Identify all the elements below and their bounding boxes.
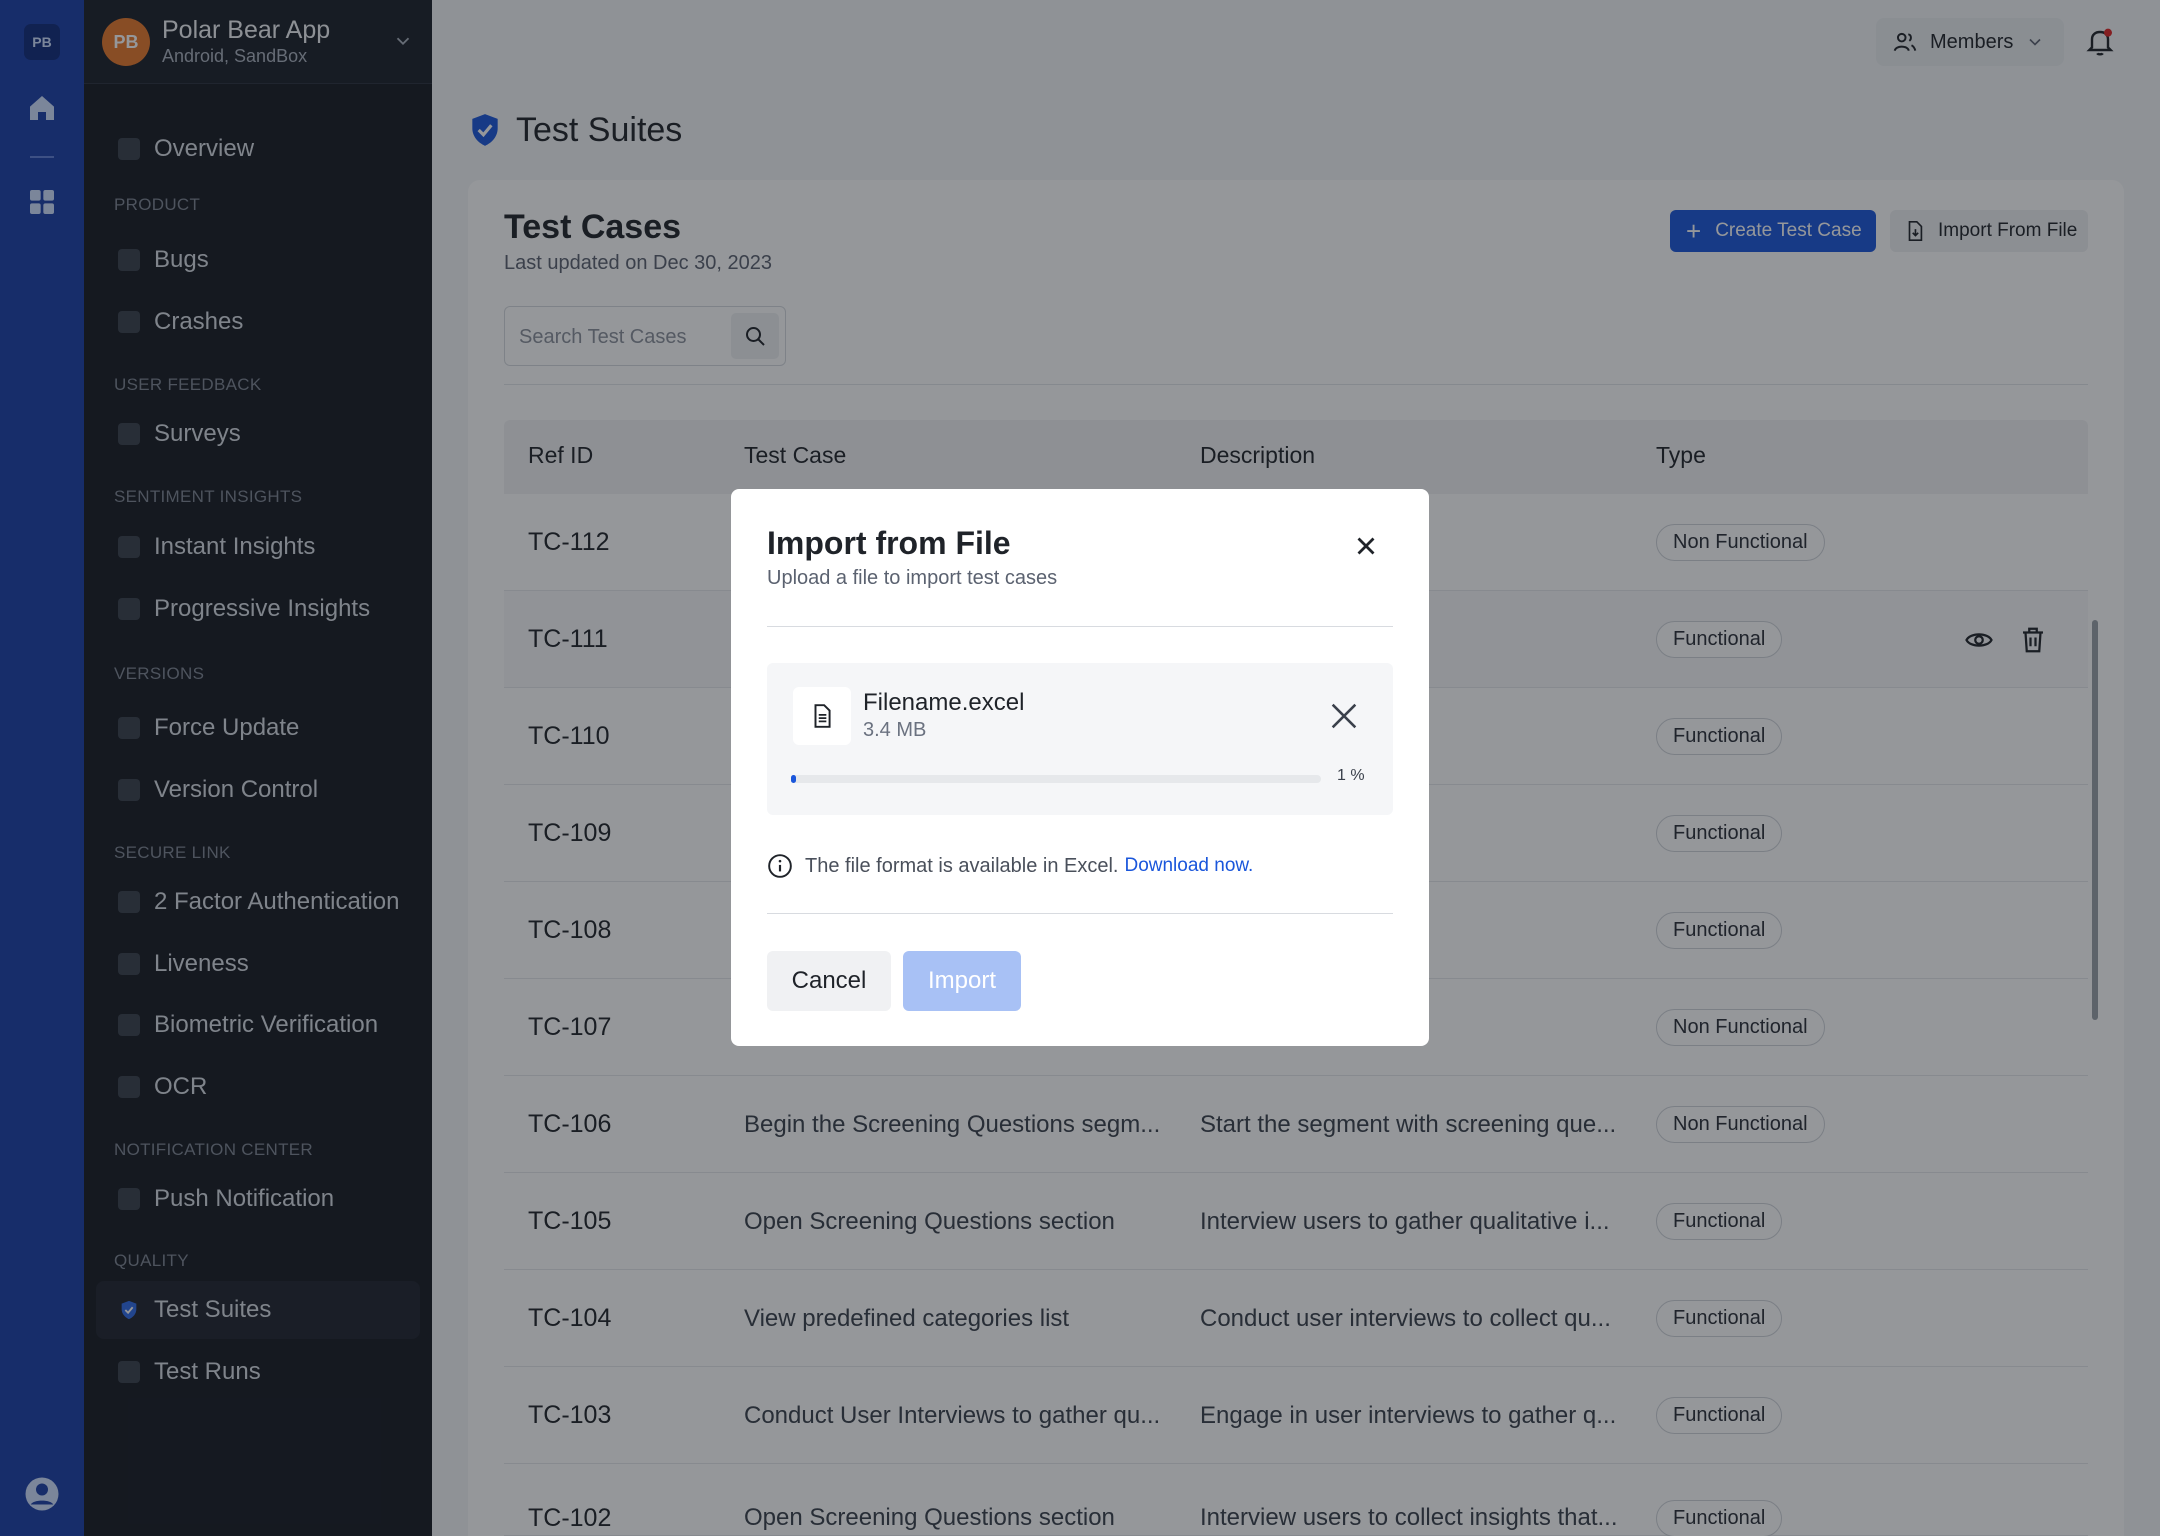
- modal-divider: [767, 913, 1393, 914]
- upload-progress-fill: [791, 775, 797, 783]
- info-icon: [768, 854, 792, 878]
- file-name: Filename.excel: [863, 689, 1025, 716]
- info-note: The file format is available in Excel. D…: [767, 853, 1253, 879]
- remove-file-icon[interactable]: [1327, 699, 1361, 733]
- import-modal: Import from File Upload a file to import…: [731, 489, 1429, 1046]
- cancel-button[interactable]: Cancel: [767, 951, 891, 1011]
- document-icon: [814, 704, 831, 728]
- upload-progress-text: 1 %: [1337, 767, 1365, 784]
- import-button[interactable]: Import: [903, 951, 1021, 1011]
- file-size: 3.4 MB: [863, 719, 927, 741]
- modal-divider: [767, 626, 1393, 627]
- info-text: The file format is available in Excel.: [805, 854, 1119, 877]
- upload-file-card: Filename.excel 3.4 MB 1 %: [767, 663, 1393, 815]
- upload-progress-bar: [791, 775, 1321, 783]
- file-icon-box: [793, 687, 851, 745]
- download-now-link[interactable]: Download now.: [1124, 855, 1253, 877]
- modal-title: Import from File: [767, 525, 1011, 561]
- modal-subtitle: Upload a file to import test cases: [767, 567, 1058, 589]
- close-icon[interactable]: [1351, 531, 1381, 561]
